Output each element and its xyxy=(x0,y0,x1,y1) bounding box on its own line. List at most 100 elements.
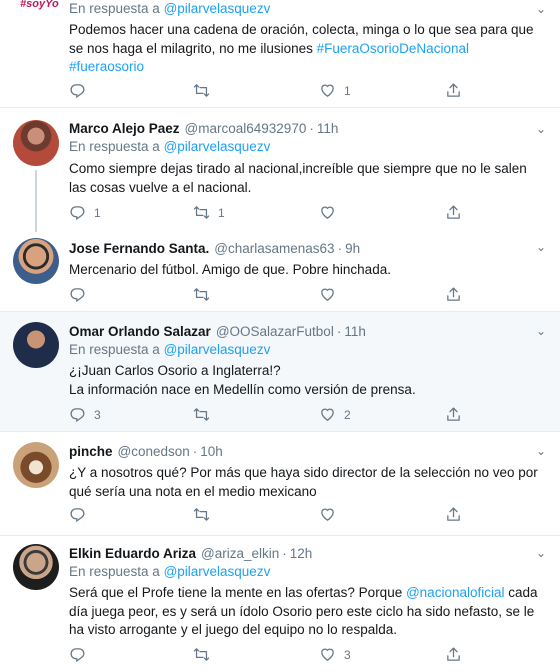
chevron-down-icon[interactable]: ⌄ xyxy=(536,444,546,458)
tweet-text: ¿¡Juan Carlos Osorio a Inglaterra!? La i… xyxy=(69,363,416,397)
display-name[interactable]: Jose Fernando Santa. xyxy=(69,240,209,258)
tweet-header: Jose Fernando Santa. @charlasamenas63 · 9h xyxy=(69,240,546,258)
display-name[interactable]: Omar Orlando Salazar xyxy=(69,323,211,341)
tweet[interactable]: pinche @conedson · 10h ¿Y a nosotros qué? P… xyxy=(0,432,560,536)
like-button[interactable]: 2 xyxy=(319,406,351,423)
user-handle[interactable]: @ariza_elkin xyxy=(201,545,279,563)
tweet[interactable]: #soyYo En respuesta a @pilarvelasquezv P… xyxy=(0,0,560,108)
share-button[interactable] xyxy=(445,406,462,423)
like-count: 3 xyxy=(344,647,351,662)
chevron-down-icon[interactable]: ⌄ xyxy=(536,546,546,560)
replying-to: En respuesta a @pilarvelasquezv xyxy=(69,0,546,18)
share-button[interactable] xyxy=(445,506,462,523)
reply-icon xyxy=(69,204,86,221)
tweet-actions: 3 xyxy=(69,646,469,666)
retweet-button[interactable] xyxy=(193,286,218,303)
retweet-icon xyxy=(193,82,210,99)
retweet-icon xyxy=(193,506,210,523)
share-icon xyxy=(445,506,462,523)
replying-to: En respuesta a @pilarvelasquezv xyxy=(69,341,546,359)
heart-icon xyxy=(319,646,336,663)
retweet-icon xyxy=(193,286,210,303)
avatar[interactable] xyxy=(13,120,59,166)
avatar[interactable] xyxy=(13,238,59,284)
tweet[interactable]: Marco Alejo Paez @marcoal64932970 · 11h En … xyxy=(0,108,560,232)
share-button[interactable] xyxy=(445,82,462,99)
like-button[interactable] xyxy=(319,286,344,303)
timestamp[interactable]: 11h xyxy=(344,323,366,341)
reply-button[interactable]: 1 xyxy=(69,204,101,221)
replying-prefix: En respuesta a xyxy=(69,1,164,16)
timestamp[interactable]: 12h xyxy=(290,545,313,563)
reply-button[interactable]: 3 xyxy=(69,406,101,423)
timestamp[interactable]: 9h xyxy=(345,240,360,258)
hashtag-link[interactable]: #fueraosorio xyxy=(69,59,144,74)
like-button[interactable] xyxy=(319,204,344,221)
separator-dot: · xyxy=(309,121,314,136)
reply-button[interactable] xyxy=(69,286,94,303)
tweet-text: Será que el Profe tiene la mente en las … xyxy=(69,584,546,640)
tweet-header: Omar Orlando Salazar @OOSalazarFutbol · 11h xyxy=(69,323,546,341)
avatar[interactable] xyxy=(13,322,59,368)
retweet-button[interactable] xyxy=(193,646,218,663)
retweet-button[interactable] xyxy=(193,406,218,423)
mention-link[interactable]: @pilarvelasquezv xyxy=(164,1,271,16)
timestamp[interactable]: 11h xyxy=(317,120,339,138)
mention-link[interactable]: @nacionaloficial xyxy=(406,585,505,600)
tweet[interactable]: Jose Fernando Santa. @charlasamenas63 · 9h … xyxy=(0,230,560,312)
reply-count: 1 xyxy=(94,205,101,220)
share-icon xyxy=(445,286,462,303)
tweet-header: pinche @conedson · 10h xyxy=(69,443,546,461)
timestamp[interactable]: 10h xyxy=(200,443,223,461)
user-handle[interactable]: @OOSalazarFutbol xyxy=(216,323,334,341)
retweet-button[interactable]: 1 xyxy=(193,204,225,221)
display-name[interactable]: Marco Alejo Paez xyxy=(69,120,180,138)
chevron-down-icon[interactable]: ⌄ xyxy=(536,122,546,136)
share-button[interactable] xyxy=(445,646,462,663)
user-handle[interactable]: @conedson xyxy=(118,443,190,461)
chevron-down-icon[interactable]: ⌄ xyxy=(536,2,546,16)
heart-icon xyxy=(319,286,336,303)
mention-link[interactable]: @pilarvelasquezv xyxy=(164,564,271,579)
tweet-text: Podemos hacer una cadena de oración, col… xyxy=(69,21,546,77)
tweet-actions: 1 1 xyxy=(69,204,469,224)
tweet-actions: 3 2 xyxy=(69,406,469,426)
share-button[interactable] xyxy=(445,286,462,303)
mention-link[interactable]: @pilarvelasquezv xyxy=(164,342,271,357)
reply-button[interactable] xyxy=(69,506,94,523)
reply-icon xyxy=(69,646,86,663)
retweet-button[interactable] xyxy=(193,82,218,99)
chevron-down-icon[interactable]: ⌄ xyxy=(536,324,546,338)
user-handle[interactable]: @charlasamenas63 xyxy=(214,240,334,258)
like-button[interactable] xyxy=(319,506,344,523)
avatar[interactable]: #soyYo xyxy=(20,0,60,12)
reply-icon xyxy=(69,406,86,423)
display-name[interactable]: pinche xyxy=(69,443,113,461)
replying-to: En respuesta a @pilarvelasquezv xyxy=(69,563,546,581)
share-button[interactable] xyxy=(445,204,462,221)
tweet-actions xyxy=(69,286,469,306)
reply-button[interactable] xyxy=(69,646,94,663)
like-button[interactable]: 1 xyxy=(319,82,351,99)
retweet-icon xyxy=(193,204,210,221)
avatar[interactable] xyxy=(13,442,59,488)
heart-icon xyxy=(319,82,336,99)
avatar[interactable] xyxy=(13,544,59,590)
display-name[interactable]: Elkin Eduardo Ariza xyxy=(69,545,196,563)
share-icon xyxy=(445,204,462,221)
user-handle[interactable]: @marcoal64932970 xyxy=(185,120,307,138)
mention-link[interactable]: @pilarvelasquezv xyxy=(164,139,271,154)
reply-icon xyxy=(69,286,86,303)
separator-dot: · xyxy=(337,241,343,256)
reply-button[interactable] xyxy=(69,82,94,99)
tweet[interactable]: Omar Orlando Salazar @OOSalazarFutbol · 11h… xyxy=(0,312,560,432)
retweet-button[interactable] xyxy=(193,506,218,523)
share-icon xyxy=(445,82,462,99)
chevron-down-icon[interactable]: ⌄ xyxy=(536,240,546,254)
share-icon xyxy=(445,406,462,423)
tweet[interactable]: Elkin Eduardo Ariza @ariza_elkin · 12h En r… xyxy=(0,536,560,672)
like-button[interactable]: 3 xyxy=(319,646,351,663)
hashtag-link[interactable]: #FueraOsorioDeNacional xyxy=(317,41,469,56)
heart-icon xyxy=(319,406,336,423)
replying-to: En respuesta a @pilarvelasquezv xyxy=(69,138,546,156)
